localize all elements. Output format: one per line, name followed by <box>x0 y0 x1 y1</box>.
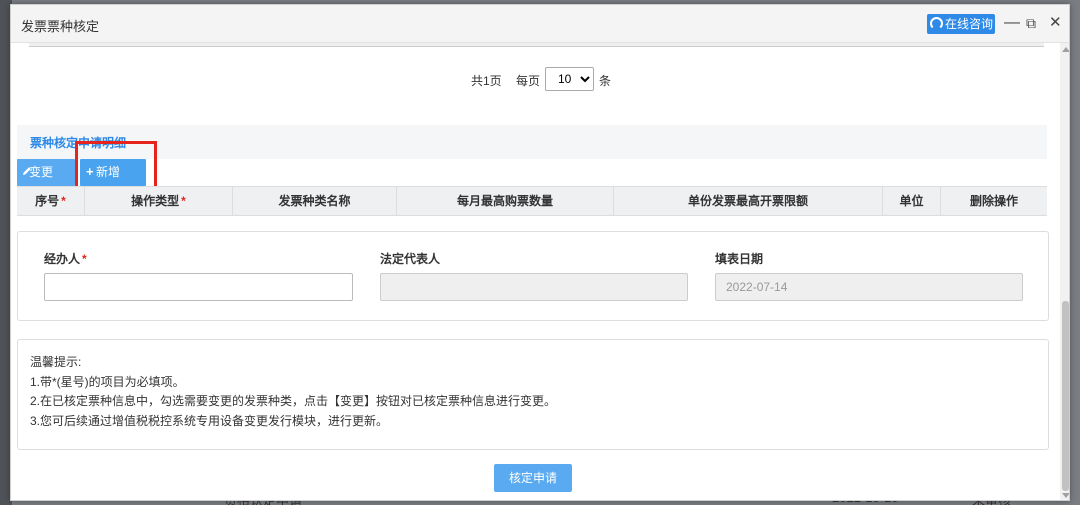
per-page-unit: 条 <box>599 74 612 88</box>
headset-icon <box>930 17 943 30</box>
dialog-content: 共1页 每页 10 条 票种核定申请明细 变更 + 新增 序号 * 操作类型 * 发… <box>11 43 1060 500</box>
column-header-operation-type: 操作类型 * <box>85 187 233 216</box>
submit-approval-button[interactable]: 核定申请 <box>494 464 572 492</box>
tips-line: 3.您可后续通过增值税税控系统专用设备变更发行模块，进行更新。 <box>30 413 389 428</box>
close-icon[interactable]: ✕ <box>1049 13 1062 33</box>
column-header-single-limit: 单份发票最高开票限额 <box>614 187 883 216</box>
agent-input[interactable] <box>44 273 353 301</box>
column-header-index: 序号 * <box>17 187 85 216</box>
date-label: 填表日期 <box>715 252 764 266</box>
page-size-select[interactable]: 10 <box>545 67 594 91</box>
column-header-delete: 删除操作 <box>969 194 1018 208</box>
minimize-icon[interactable]: — <box>1004 13 1020 33</box>
tips-line: 1.带*(星号)的项目为必填项。 <box>30 374 185 389</box>
online-consult-button[interactable]: 在线咨询 <box>927 14 995 34</box>
restore-icon[interactable]: ⧉ <box>1026 13 1036 33</box>
tips-box: 温馨提示: 1.带*(星号)的项目为必填项。 2.在已核定票种信息中，勾选需要变… <box>17 339 1049 450</box>
pencil-icon <box>23 167 31 175</box>
column-header-monthly-max: 每月最高购票数量 <box>397 187 614 216</box>
section-header: 票种核定申请明细 <box>17 125 1047 159</box>
required-star: * <box>82 252 87 266</box>
invoice-type-approval-dialog: 发票票种核定 在线咨询 — ⧉ ✕ 共1页 每页 10 条 票种核定申请明细 变… <box>10 4 1070 501</box>
dialog-titlebar: 发票票种核定 在线咨询 — ⧉ ✕ <box>11 5 1069 43</box>
date-input <box>715 273 1023 301</box>
scrollbar-thumb[interactable] <box>1062 301 1069 491</box>
required-star: * <box>61 194 66 208</box>
detail-table-header: 序号 * 操作类型 * 发票种类名称 每月最高购票数量 单份发票最高开票限额 单位 … <box>17 186 1047 216</box>
dialog-title: 发票票种核定 <box>21 19 100 34</box>
previous-table-bottom <box>29 43 1044 47</box>
scroll-down-icon[interactable] <box>1062 493 1069 498</box>
required-star: * <box>181 194 186 208</box>
per-page-label: 每页 <box>516 74 541 88</box>
total-pages: 共1页 <box>471 74 502 88</box>
applicant-form: 经办人 * 法定代表人 填表日期 <box>17 231 1049 321</box>
scroll-up-icon[interactable] <box>1062 47 1069 52</box>
vertical-scrollbar[interactable] <box>1060 43 1069 500</box>
tips-heading: 温馨提示: <box>30 355 82 369</box>
legal-rep-label: 法定代表人 <box>380 252 441 266</box>
column-header-unit: 单位 <box>883 187 941 216</box>
change-button-label: 变更 <box>29 165 54 179</box>
change-button[interactable]: 变更 <box>17 159 75 186</box>
tips-line: 2.在已核定票种信息中，勾选需要变更的发票种类，点击【变更】按钮对已核定票种信息… <box>30 394 557 408</box>
agent-label: 经办人 * <box>44 252 87 266</box>
online-consult-label: 在线咨询 <box>945 17 994 31</box>
column-header-invoice-type: 发票种类名称 <box>233 187 397 216</box>
legal-rep-input <box>380 273 688 301</box>
